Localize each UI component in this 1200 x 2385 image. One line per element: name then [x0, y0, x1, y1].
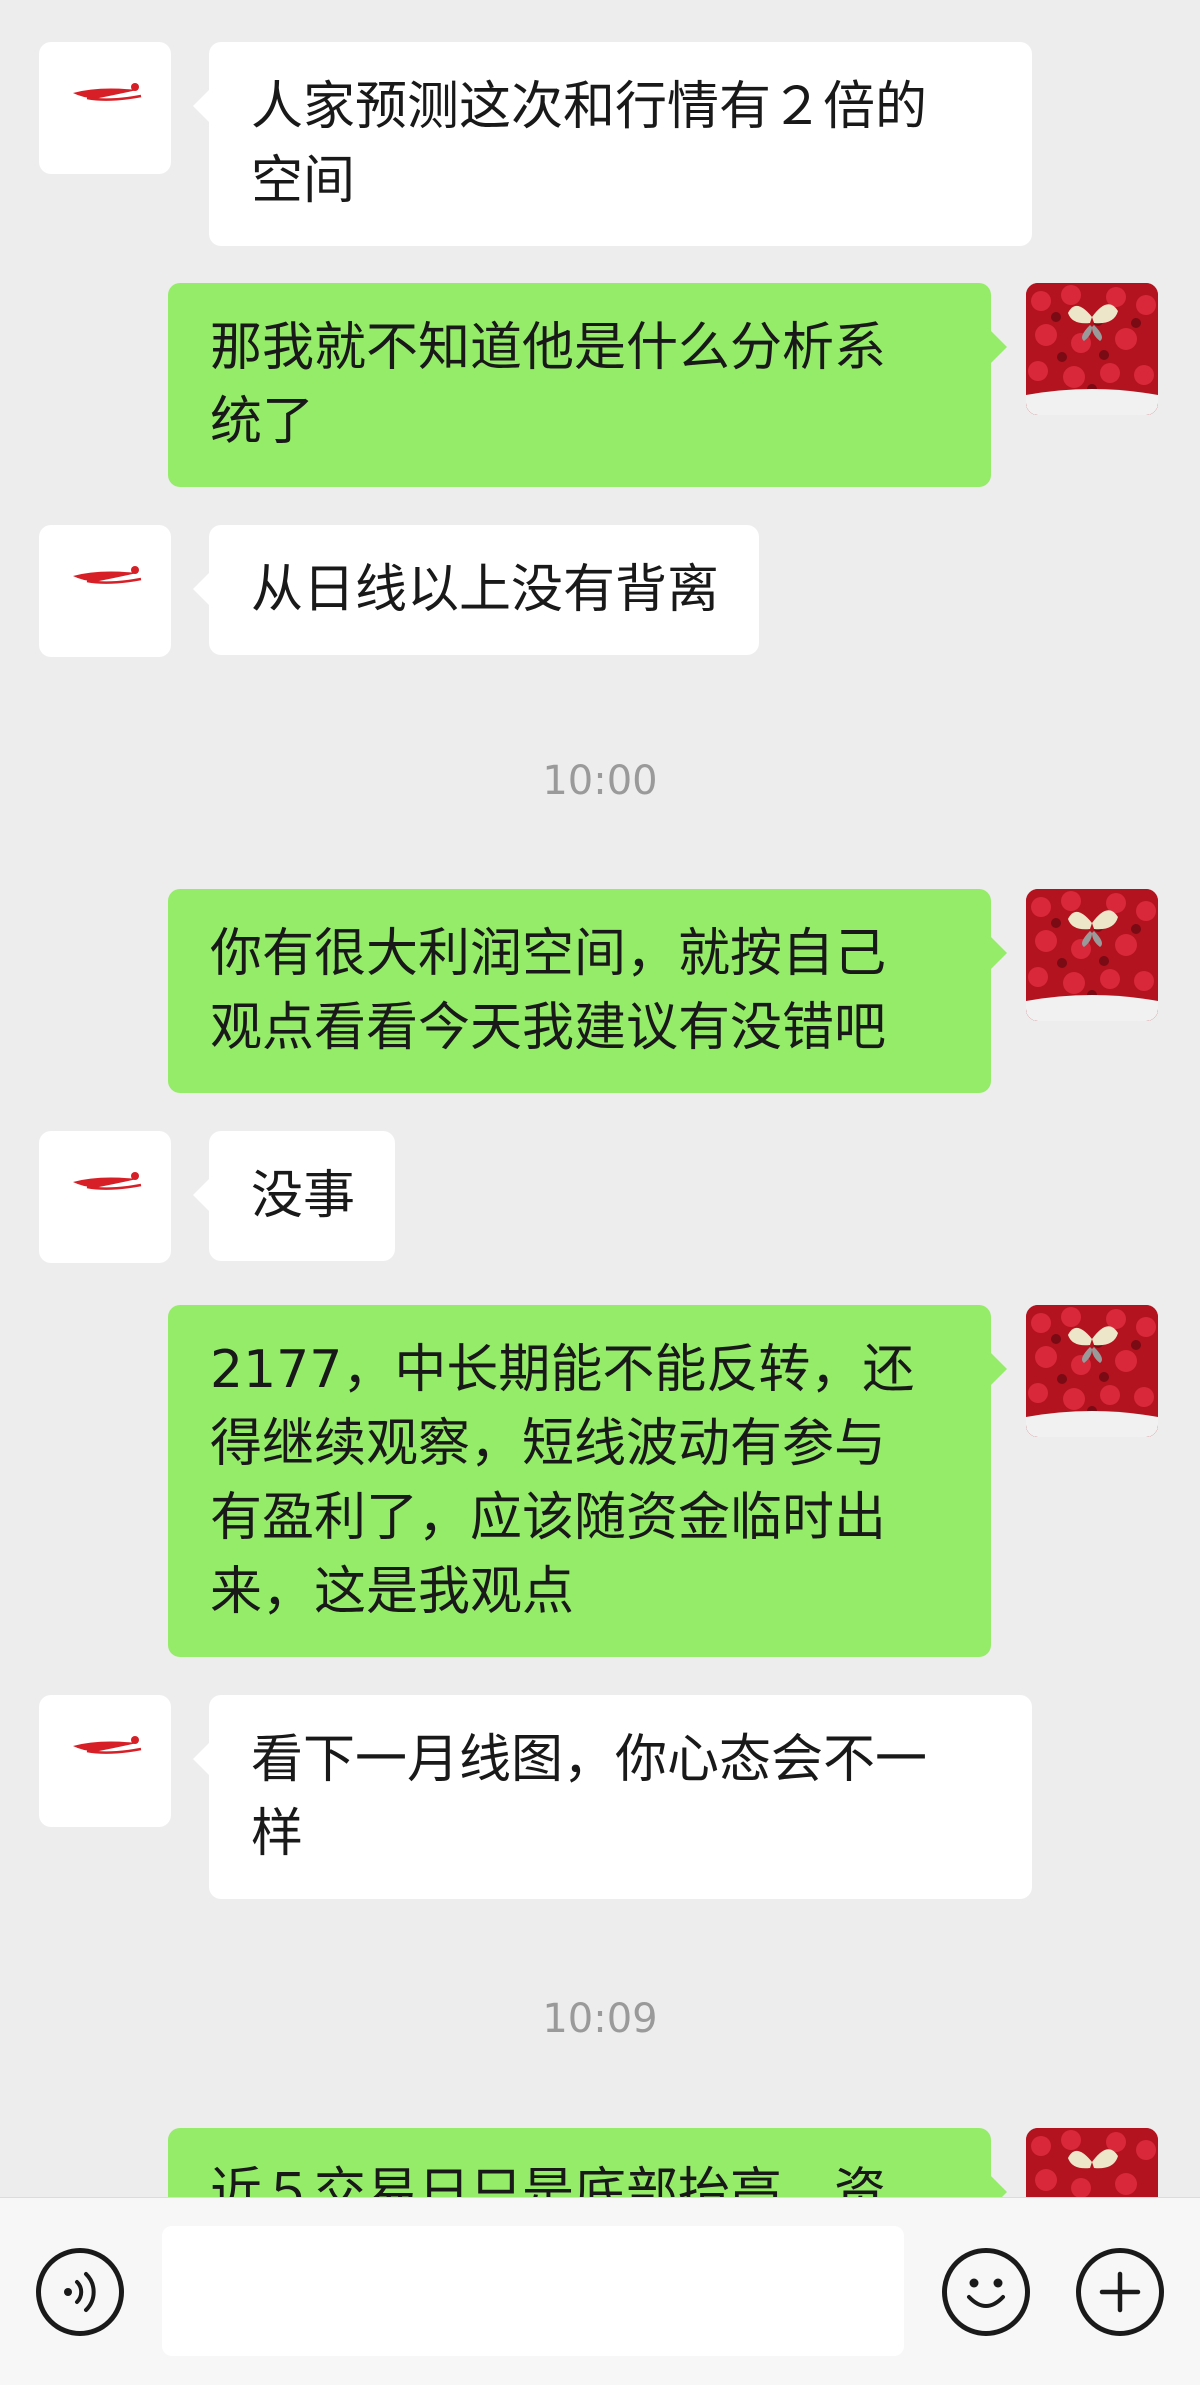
contact-avatar[interactable]	[39, 525, 171, 657]
voice-button[interactable]	[36, 2248, 124, 2336]
contact-avatar[interactable]	[39, 1695, 171, 1827]
contact-avatar[interactable]	[39, 42, 171, 174]
emoji-button[interactable]	[942, 2248, 1030, 2336]
message-bubble[interactable]: 那我就不知道他是什么分析系 统了	[168, 283, 1007, 487]
swimmer-logo-icon	[73, 83, 142, 101]
message-bubble[interactable]: 近５交易日只是底部抬高，资	[168, 2128, 1007, 2197]
roses-butterfly-icon	[1026, 889, 1158, 1021]
message-bubble[interactable]: 2177，中长期能不能反转，还 得继续观察，短线波动有参与 有盈利了，应该随资金…	[168, 1305, 1007, 1657]
message-bubble[interactable]: 没事	[192, 1131, 396, 1261]
message-bubble[interactable]: 从日线以上没有背离	[192, 525, 760, 655]
timestamp: 10:09	[542, 1996, 658, 2042]
message-bubble[interactable]: 人家预测这次和行情有２倍的 空间	[193, 42, 1032, 246]
my-avatar[interactable]	[1026, 2128, 1158, 2197]
roses-butterfly-icon	[1026, 2128, 1158, 2197]
roses-butterfly-icon	[1026, 1305, 1158, 1437]
message-bubble[interactable]: 看下一月线图，你心态会不一 样	[193, 1695, 1032, 1899]
voice-icon	[64, 2272, 96, 2312]
timestamp: 10:00	[542, 758, 658, 804]
chat-message-list[interactable]: 人家预测这次和行情有２倍的 空间 那我就不知道他是什么分析系 统了 从日线以上没…	[0, 0, 1200, 2197]
roses-butterfly-icon	[1026, 283, 1158, 415]
swimmer-logo-icon	[73, 1736, 142, 1754]
emoji-icon	[967, 2278, 1005, 2308]
plus-icon	[1099, 2271, 1141, 2313]
my-avatar[interactable]	[1026, 1305, 1158, 1437]
input-bar	[0, 2197, 1200, 2385]
more-button[interactable]	[1076, 2248, 1164, 2336]
my-avatar[interactable]	[1026, 283, 1158, 415]
message-bubble[interactable]: 你有很大利润空间，就按自己 观点看看今天我建议有没错吧	[168, 889, 1007, 1093]
swimmer-logo-icon	[73, 566, 142, 584]
contact-avatar[interactable]	[39, 1131, 171, 1263]
swimmer-logo-icon	[73, 1172, 142, 1190]
my-avatar[interactable]	[1026, 889, 1158, 1021]
message-input[interactable]	[162, 2226, 904, 2356]
